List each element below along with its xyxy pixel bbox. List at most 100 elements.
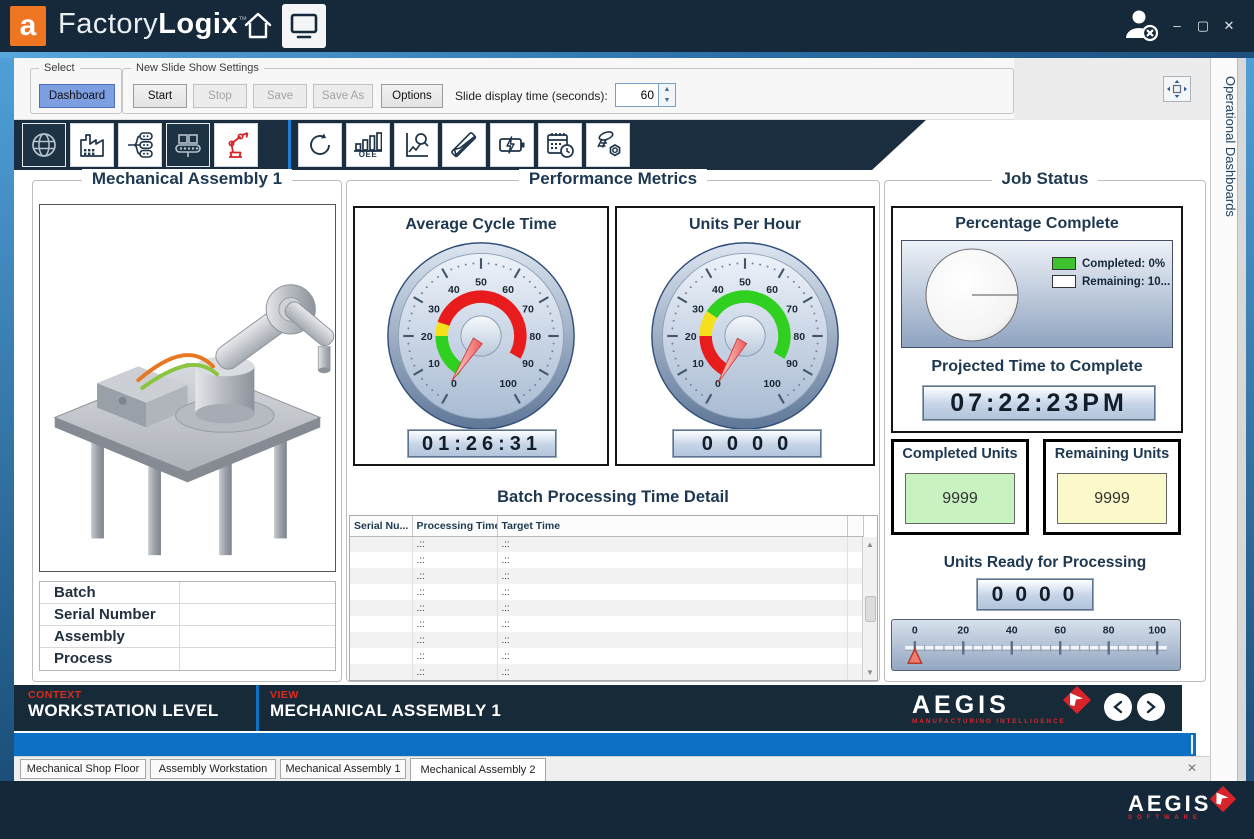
table-scrollbar[interactable]: ▲ ▼ <box>862 537 877 680</box>
spinner-down-button[interactable]: ▼ <box>659 95 675 106</box>
save-as-button[interactable]: Save As <box>313 84 373 108</box>
table-row: .::.:: <box>350 664 863 680</box>
svg-text:90: 90 <box>522 358 534 370</box>
home-button[interactable] <box>236 4 280 48</box>
save-button[interactable]: Save <box>253 84 307 108</box>
context-block: CONTEXT WORKSTATION LEVEL <box>28 689 219 721</box>
svg-text:30: 30 <box>428 304 440 316</box>
previous-view-button[interactable] <box>1104 693 1132 721</box>
dock-navigator-button[interactable] <box>1163 76 1191 102</box>
footer-aegis-logo: AEGIS SOFTWARE <box>1128 791 1211 824</box>
completion-pie-chart <box>910 242 1040 348</box>
svg-text:20: 20 <box>421 331 433 343</box>
aegis-logo: AEGIS MANUFACTURING INTELLIGENCE <box>912 691 1066 728</box>
svg-text:40: 40 <box>712 284 724 296</box>
logout-user-button[interactable] <box>1118 4 1166 48</box>
scroll-up-icon[interactable]: ▲ <box>866 537 874 549</box>
toolbar-icon-schedule[interactable] <box>538 123 582 167</box>
svg-text:20: 20 <box>957 624 969 636</box>
toolbar-icon-routing[interactable] <box>118 123 162 167</box>
slideshow-group-label: New Slide Show Settings <box>131 62 264 74</box>
percentage-pie-panel: Completed: 0% Remaining: 10... <box>901 240 1173 348</box>
toolbar-icon-analysis[interactable] <box>394 123 438 167</box>
dashboard-view-button[interactable] <box>282 4 326 48</box>
table-row: Assembly <box>40 626 335 648</box>
uph-display: 0000 <box>673 430 821 457</box>
view-value: MECHANICAL ASSEMBLY 1 <box>270 701 501 721</box>
minimize-button[interactable]: – <box>1166 16 1188 36</box>
window-frame-right <box>1246 58 1254 781</box>
toolbar-icon-robot-arm[interactable] <box>214 123 258 167</box>
col-serial-number[interactable]: Serial Nu... <box>350 516 412 536</box>
pie-legend: Completed: 0% Remaining: 10... <box>1052 257 1170 293</box>
right-scrollbar[interactable] <box>1237 58 1246 781</box>
footer-aegis-tagline: SOFTWARE <box>1128 815 1211 821</box>
close-button[interactable]: ✕ <box>1218 16 1240 36</box>
station-info-table: Batch Serial Number Assembly Process <box>39 581 336 671</box>
toolbar-icon-cycle-time[interactable] <box>298 123 342 167</box>
table-row: .::.:: <box>350 552 863 568</box>
scrollbar-thumb[interactable] <box>865 596 876 622</box>
toolbar-icon-conveyor[interactable] <box>166 123 210 167</box>
toolbar-icon-globe[interactable] <box>22 123 66 167</box>
tab-mechanical-shop-floor[interactable]: Mechanical Shop Floor <box>20 759 146 779</box>
table-row: .::.:: <box>350 680 863 681</box>
svg-text:100: 100 <box>1148 624 1166 636</box>
table-row: .::.:: <box>350 600 863 616</box>
context-value: WORKSTATION LEVEL <box>28 701 219 721</box>
next-view-button[interactable] <box>1137 693 1165 721</box>
aegis-diamond-icon <box>1062 685 1092 715</box>
units-per-hour-gauge: 0102030405060708090100 <box>649 240 841 432</box>
application-window: a FactoryLogix™ – ▢ ✕ <box>0 0 1254 839</box>
tab-mechanical-assembly-2[interactable]: Mechanical Assembly 2 <box>410 758 546 782</box>
uph-gauge-title: Units Per Hour <box>617 216 873 234</box>
analysis-icon <box>401 130 431 160</box>
tab-mechanical-assembly-1[interactable]: Mechanical Assembly 1 <box>280 759 406 779</box>
operational-dashboards-label: Operational Dashboards <box>1211 68 1238 217</box>
tab-assembly-workstation[interactable]: Assembly Workstation <box>150 759 276 779</box>
robot-arm-icon <box>221 130 251 160</box>
svg-text:0: 0 <box>912 624 918 636</box>
remaining-units-box: Remaining Units 9999 <box>1043 439 1181 535</box>
col-processing-time[interactable]: Processing Time <box>412 516 497 536</box>
slide-time-input[interactable] <box>615 83 659 107</box>
svg-text:20: 20 <box>685 331 697 343</box>
globe-icon <box>29 130 59 160</box>
job-status-panel-title: Job Status <box>885 169 1205 189</box>
table-row: Serial Number <box>40 604 335 626</box>
cycle-time-gauge-box: Average Cycle Time 010203040506070809010… <box>353 206 609 466</box>
slide-progress-track <box>14 733 1210 756</box>
svg-text:0: 0 <box>451 378 457 390</box>
tab-close-icon[interactable]: ✕ <box>1184 761 1200 777</box>
toolbar-icon-oee[interactable]: OEE <box>346 123 390 167</box>
projected-time-title: Projected Time to Complete <box>893 358 1181 376</box>
monitor-icon <box>288 10 320 42</box>
svg-text:60: 60 <box>1054 624 1066 636</box>
window-frame-left <box>0 58 14 781</box>
table-row: .::.:: <box>350 584 863 600</box>
svg-text:40: 40 <box>1006 624 1018 636</box>
col-target-time[interactable]: Target Time <box>497 516 847 536</box>
context-label: CONTEXT <box>28 689 219 701</box>
cycle-icon <box>305 130 335 160</box>
dashboard-tabs: Mechanical Shop Floor Assembly Workstati… <box>14 756 1210 781</box>
oee-chart-icon <box>354 132 382 152</box>
operational-dashboards-strip[interactable]: Operational Dashboards <box>1210 58 1237 781</box>
battery-energy-icon <box>497 130 527 160</box>
start-button[interactable]: Start <box>133 84 187 108</box>
cycle-time-display: 01:26:31 <box>408 430 556 457</box>
scroll-down-icon[interactable]: ▼ <box>866 668 874 680</box>
maximize-button[interactable]: ▢ <box>1192 16 1214 36</box>
title-bar: a FactoryLogix™ – ▢ ✕ <box>0 0 1254 52</box>
spinner-up-button[interactable]: ▲ <box>659 84 675 95</box>
col-spacer <box>847 516 863 536</box>
toolbar-icon-design[interactable] <box>442 123 486 167</box>
aegis-logo-tagline: MANUFACTURING INTELLIGENCE <box>912 718 1066 725</box>
toolbar-icon-hardware[interactable] <box>586 123 630 167</box>
toolbar-icon-factory[interactable] <box>70 123 114 167</box>
dashboard-button[interactable]: Dashboard <box>39 84 115 108</box>
aegis-logo-text: AEGIS <box>912 691 1010 719</box>
toolbar-icon-energy[interactable] <box>490 123 534 167</box>
options-button[interactable]: Options <box>381 84 443 108</box>
stop-button[interactable]: Stop <box>193 84 247 108</box>
